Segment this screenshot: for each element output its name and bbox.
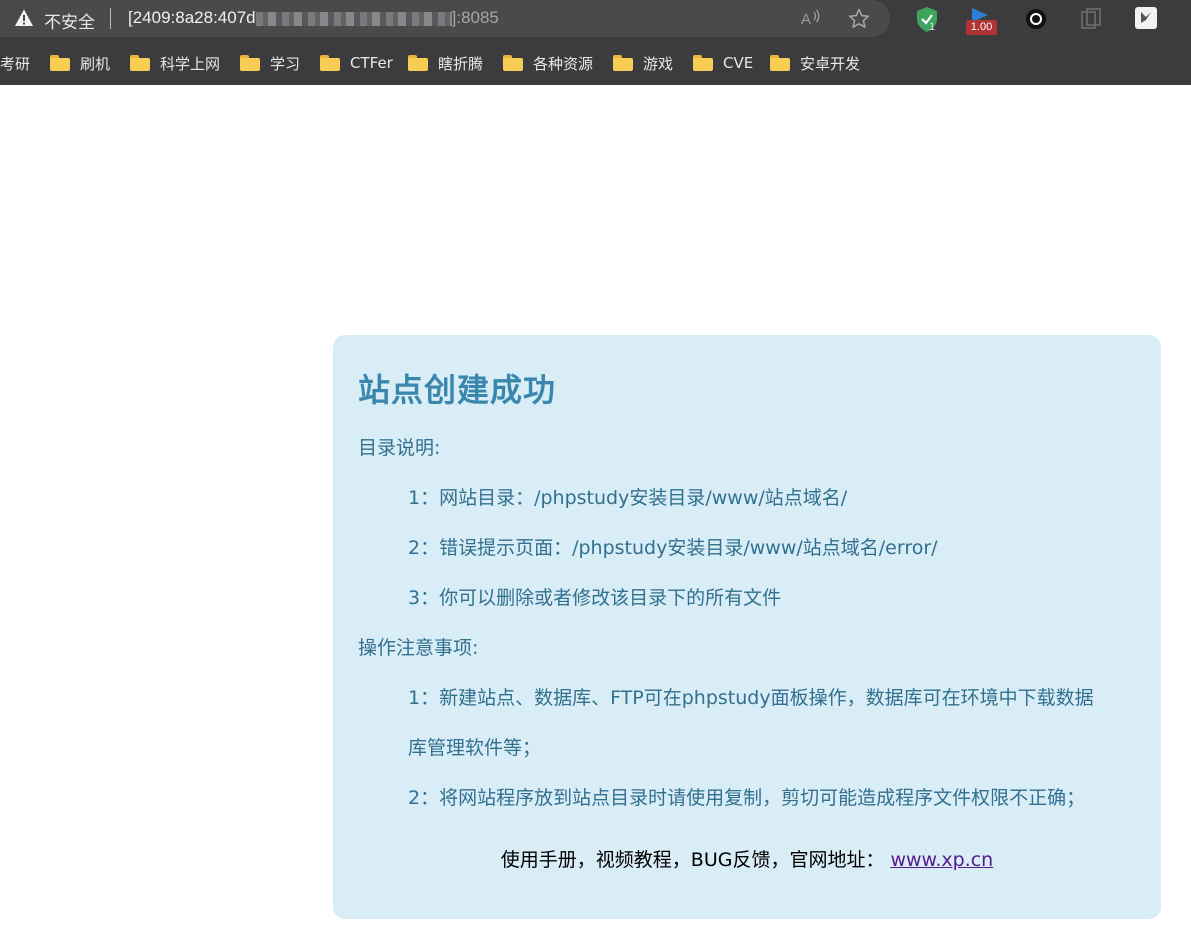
notes-item: 2：将网站程序放到站点目录时请使用复制，剪切可能造成程序文件权限不正确； xyxy=(408,787,1086,809)
directory-item: 3：你可以删除或者修改该目录下的所有文件 xyxy=(408,587,782,609)
bookmark-folder[interactable]: CVE xyxy=(693,52,753,74)
folder-icon xyxy=(503,55,523,71)
bookmark-label: 各种资源 xyxy=(533,54,594,73)
notes-heading: 操作注意事项: xyxy=(358,637,479,659)
browser-toolbar: 不安全 [2409:8a28:407d ]:8085 A 1 1.00 考研 刷机 科… xyxy=(0,0,1191,85)
bookmark-label: 科学上网 xyxy=(160,54,221,73)
bookmark-label: 游戏 xyxy=(643,54,674,73)
folder-icon xyxy=(613,55,633,71)
copy-extension-icon[interactable] xyxy=(1080,7,1102,31)
page-title: 站点创建成功 xyxy=(358,371,557,409)
address-divider xyxy=(110,8,111,29)
directory-item: 1：网站目录：/phpstudy安装目录/www/站点域名/ xyxy=(408,487,848,509)
bookmark-folder[interactable]: 游戏 xyxy=(613,52,673,74)
bookmark-folder[interactable]: 刷机 xyxy=(50,52,110,74)
folder-icon xyxy=(770,55,790,71)
site-created-panel: 站点创建成功 目录说明: 1：网站目录：/phpstudy安装目录/www/站点… xyxy=(333,335,1161,919)
official-site-link[interactable]: www.xp.cn xyxy=(890,849,993,871)
bookmarks-bar: 考研 刷机 科学上网 学习 CTFer 瞎折腾 各种资源 游戏 CVE 安卓开发 xyxy=(0,42,1191,82)
folder-icon xyxy=(50,55,70,71)
url-port: ]:8085 xyxy=(451,8,499,27)
bookmark-label: 安卓开发 xyxy=(800,54,861,73)
folder-icon xyxy=(320,55,340,71)
bookmark-label: 瞎折腾 xyxy=(438,54,484,73)
bookmark-folder[interactable]: 安卓开发 xyxy=(770,52,860,74)
folder-icon xyxy=(408,55,428,71)
record-extension-icon[interactable] xyxy=(1024,7,1048,31)
shield-badge: 1 xyxy=(929,21,936,33)
security-label[interactable]: 不安全 xyxy=(44,8,95,33)
redacted-url-segment xyxy=(255,11,452,26)
read-aloud-icon[interactable]: A xyxy=(800,7,822,29)
bookmark-item[interactable]: 考研 xyxy=(0,52,30,74)
shield-extension-icon[interactable] xyxy=(914,6,940,34)
url-text[interactable]: [2409:8a28:407d ]:8085 xyxy=(128,8,499,28)
directory-heading: 目录说明: xyxy=(358,437,441,459)
bookmark-label: 刷机 xyxy=(80,54,111,73)
bookmark-folder[interactable]: CTFer xyxy=(320,52,393,74)
favorite-star-icon[interactable] xyxy=(847,7,871,31)
url-prefix: [2409:8a28:407d xyxy=(128,8,256,27)
bookmark-label: CTFer xyxy=(350,54,393,72)
bookmark-folder[interactable]: 各种资源 xyxy=(503,52,593,74)
kiwi-extension-icon[interactable] xyxy=(1134,6,1158,30)
footer-text: 使用手册，视频教程，BUG反馈，官网地址： xyxy=(500,849,885,871)
folder-icon xyxy=(240,55,260,71)
folder-icon xyxy=(693,55,713,71)
warning-icon[interactable] xyxy=(14,8,34,28)
folder-icon xyxy=(130,55,150,71)
svg-text:A: A xyxy=(801,11,811,28)
bookmark-folder[interactable]: 学习 xyxy=(240,52,300,74)
speed-badge: 1.00 xyxy=(966,20,997,35)
notes-item-continued: 库管理软件等； xyxy=(408,737,542,759)
directory-item: 2：错误提示页面：/phpstudy安装目录/www/站点域名/error/ xyxy=(408,537,938,559)
address-bar[interactable]: 不安全 [2409:8a28:407d ]:8085 A xyxy=(0,0,890,37)
bookmark-label: CVE xyxy=(723,54,754,72)
bookmark-folder[interactable]: 科学上网 xyxy=(130,52,220,74)
footer-links: 使用手册，视频教程，BUG反馈，官网地址： www.xp.cn xyxy=(333,845,1161,872)
bookmark-label: 学习 xyxy=(270,54,301,73)
notes-item: 1：新建站点、数据库、FTP可在phpstudy面板操作，数据库可在环境中下载数… xyxy=(408,687,1094,709)
bookmark-folder[interactable]: 瞎折腾 xyxy=(408,52,483,74)
bookmark-label: 考研 xyxy=(0,54,31,73)
